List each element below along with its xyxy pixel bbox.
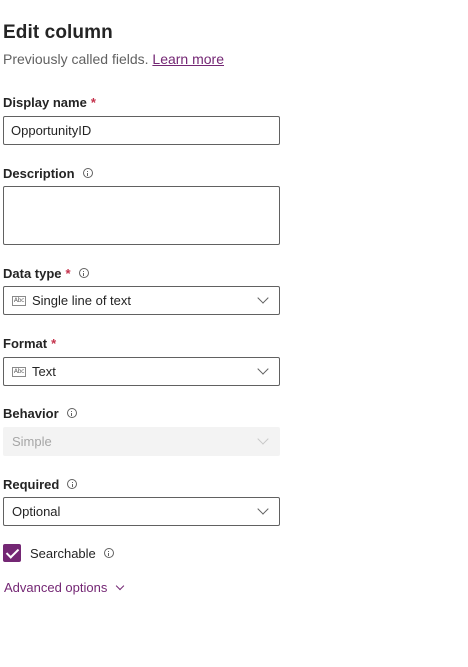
description-textarea[interactable] — [3, 186, 280, 245]
format-value: Text — [32, 364, 56, 379]
required-asterisk: * — [51, 335, 57, 351]
searchable-row: Searchable — [3, 544, 114, 562]
required-asterisk: * — [90, 94, 96, 110]
info-icon[interactable] — [67, 479, 78, 489]
data-type-label: Data type * — [3, 264, 89, 282]
description-label: Description — [3, 164, 93, 182]
behavior-label: Behavior — [3, 404, 77, 422]
chevron-down-icon — [257, 292, 269, 304]
info-icon[interactable] — [103, 548, 114, 558]
info-icon[interactable] — [66, 408, 77, 418]
behavior-label-text: Behavior — [3, 405, 59, 421]
edit-column-panel: Edit column Previously called fields. Le… — [0, 0, 468, 667]
advanced-options-label: Advanced options — [4, 580, 108, 595]
data-type-value: Single line of text — [32, 293, 132, 308]
display-name-label: Display name * — [3, 93, 96, 111]
data-type-label-text: Data type — [3, 265, 62, 281]
chevron-down-icon — [257, 503, 269, 515]
behavior-value: Simple — [12, 434, 52, 449]
abc-text-icon: Abc — [12, 366, 26, 377]
required-dropdown[interactable]: Optional — [3, 497, 280, 526]
learn-more-link[interactable]: Learn more — [152, 51, 224, 67]
searchable-checkbox[interactable] — [3, 544, 21, 562]
subtitle-text: Previously called fields. — [3, 51, 149, 67]
searchable-label: Searchable — [30, 545, 96, 561]
advanced-options-toggle[interactable]: Advanced options — [4, 580, 125, 595]
display-name-value: OpportunityID — [11, 123, 92, 138]
chevron-down-icon — [116, 581, 125, 591]
description-label-text: Description — [3, 165, 75, 181]
chevron-down-icon — [257, 433, 269, 445]
required-label: Required — [3, 475, 78, 493]
format-dropdown[interactable]: Abc Text — [3, 357, 280, 386]
required-label-text: Required — [3, 476, 60, 492]
behavior-dropdown: Simple — [3, 427, 280, 456]
panel-subtitle: Previously called fields. Learn more — [3, 51, 224, 67]
format-label-text: Format — [3, 335, 48, 351]
format-label: Format * — [3, 334, 56, 352]
chevron-down-icon — [257, 363, 269, 375]
display-name-input[interactable]: OpportunityID — [3, 116, 280, 145]
data-type-dropdown[interactable]: Abc Single line of text — [3, 286, 280, 315]
display-name-label-text: Display name — [3, 94, 87, 110]
required-asterisk: * — [65, 265, 71, 281]
abc-text-icon: Abc — [12, 295, 26, 306]
info-icon[interactable] — [78, 268, 89, 278]
required-value: Optional — [12, 504, 61, 519]
info-icon[interactable] — [82, 168, 93, 178]
panel-title: Edit column — [3, 22, 113, 43]
